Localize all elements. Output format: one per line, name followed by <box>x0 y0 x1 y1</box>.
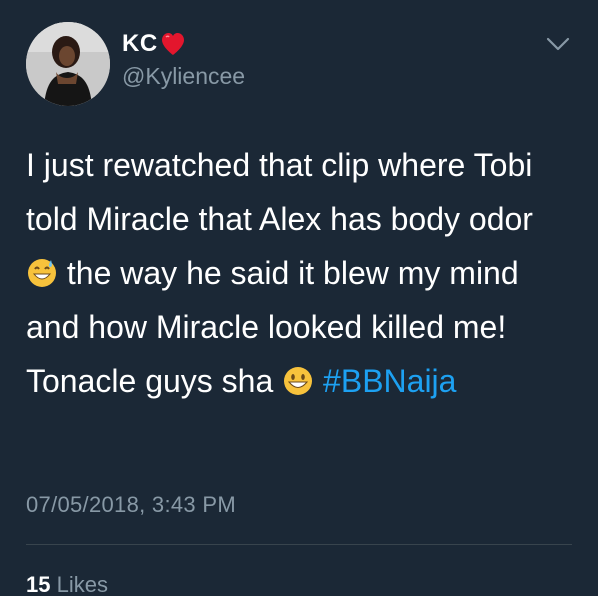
avatar[interactable] <box>26 22 110 106</box>
tweet-text-part-1: I just rewatched that clip where Tobi to… <box>26 147 533 237</box>
likes-count: 15 <box>26 572 51 596</box>
display-name-text: KC <box>122 30 158 57</box>
tweet-header: KC @Kyliencee <box>26 22 576 106</box>
likes-stat[interactable]: 15 Likes <box>26 572 108 596</box>
user-block[interactable]: KC @Kyliencee <box>122 30 245 90</box>
red-heart-icon <box>161 33 184 55</box>
chevron-down-icon[interactable] <box>546 36 570 52</box>
tweet-timestamp[interactable]: 07/05/2018, 3:43 PM <box>26 492 236 518</box>
grinning-sweat-emoji-icon <box>28 259 56 287</box>
grinning-face-emoji-icon <box>284 367 313 395</box>
hashtag-link[interactable]: #BBNaija <box>323 363 456 399</box>
display-name[interactable]: KC <box>122 30 245 58</box>
user-handle[interactable]: @Kyliencee <box>122 62 245 90</box>
avatar-image <box>26 22 110 106</box>
divider <box>26 544 572 545</box>
likes-label: Likes <box>56 572 108 596</box>
tweet-text: I just rewatched that clip where Tobi to… <box>26 138 571 408</box>
